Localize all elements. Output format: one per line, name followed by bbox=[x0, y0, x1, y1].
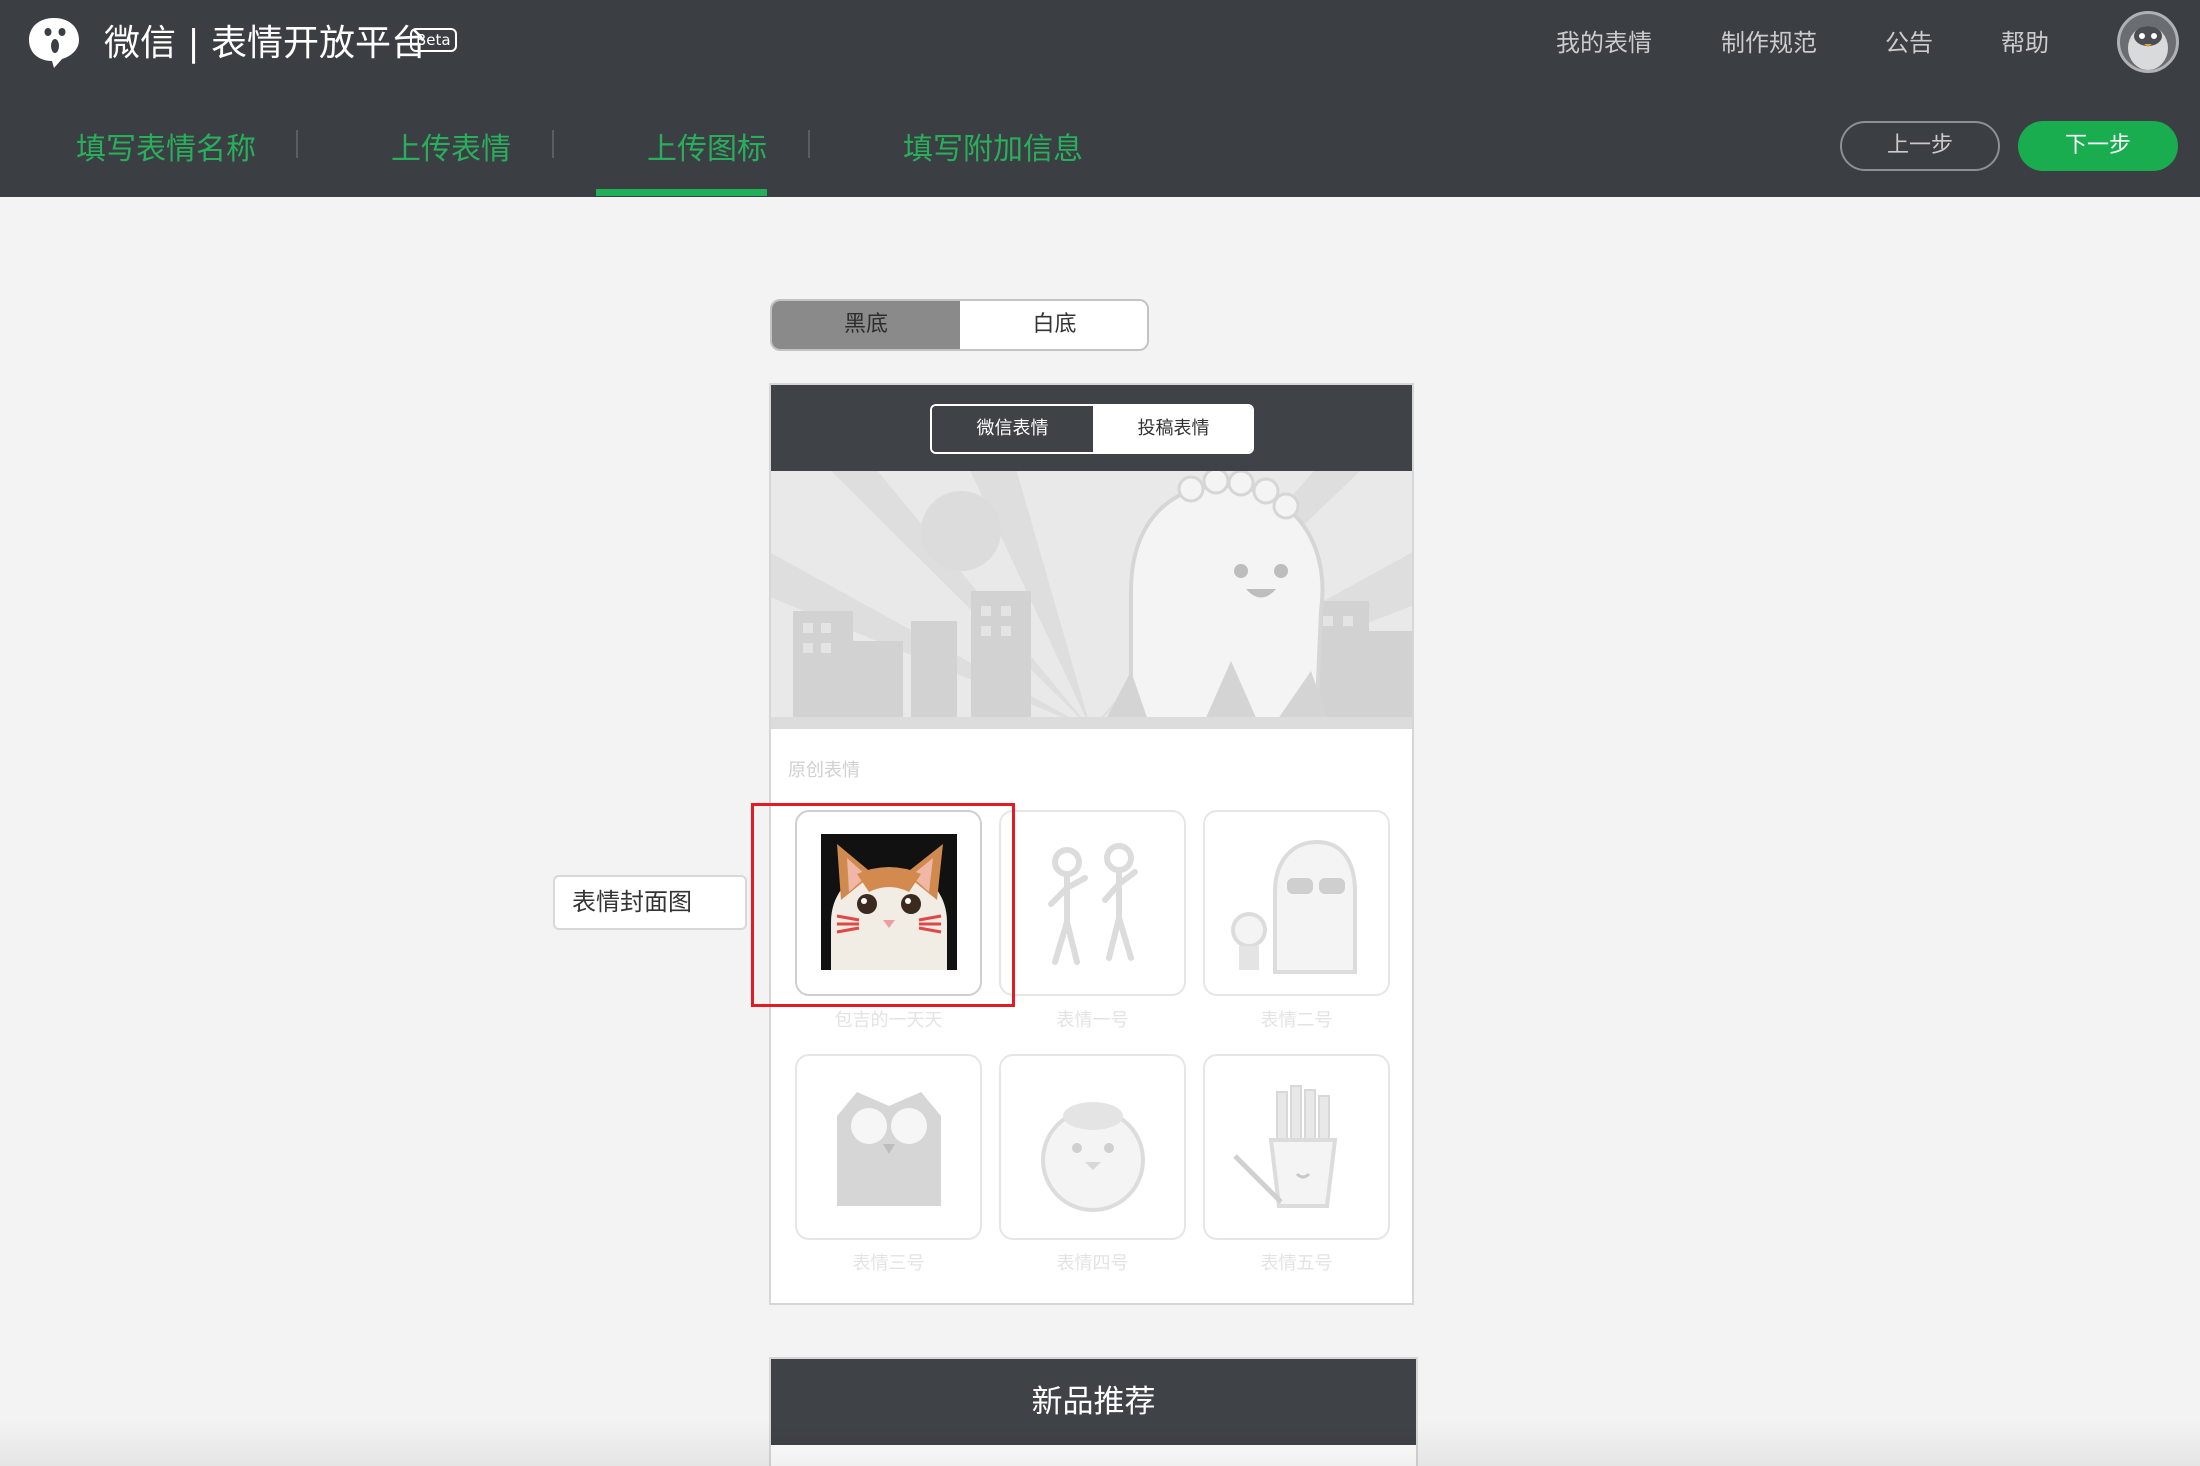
chubby-bird-icon bbox=[1041, 1102, 1145, 1212]
previous-step-button[interactable]: 上一步 bbox=[1840, 121, 2000, 171]
platform-title: 微信 | 表情开放平台 bbox=[104, 23, 428, 64]
sticker-tile-name: 表情四号 bbox=[1056, 1253, 1129, 1274]
beta-badge: Beta bbox=[410, 28, 457, 52]
white-background-option[interactable]: 白底 bbox=[960, 301, 1147, 349]
sticker-tile-name: 包吉的一天天 bbox=[834, 1010, 943, 1031]
new-products-section: 新品推荐 bbox=[769, 1357, 1418, 1466]
section-label-original-stickers: 原创表情 bbox=[788, 760, 860, 781]
tab-submitted-stickers[interactable]: 投稿表情 bbox=[1093, 406, 1252, 452]
preview-banner bbox=[771, 471, 1412, 729]
dinosaur-city-banner-icon bbox=[771, 471, 1412, 729]
sticker-tile-name: 表情五号 bbox=[1260, 1253, 1333, 1274]
step-extra-info[interactable]: 填写附加信息 bbox=[903, 128, 1083, 172]
dancing-figures-icon bbox=[1048, 843, 1138, 965]
nav-guidelines[interactable]: 制作规范 bbox=[1721, 22, 1817, 64]
step-upload-stickers[interactable]: 上传表情 bbox=[391, 128, 511, 172]
sticker-tile-name: 表情一号 bbox=[1056, 1010, 1129, 1031]
sticker-tile[interactable] bbox=[999, 1054, 1186, 1240]
fries-icon bbox=[1233, 1085, 1338, 1208]
step-upload-icon[interactable]: 上传图标 bbox=[647, 128, 767, 172]
active-step-indicator bbox=[596, 189, 767, 196]
step-divider bbox=[552, 130, 554, 158]
step-divider bbox=[296, 130, 298, 158]
nav-announcements[interactable]: 公告 bbox=[1885, 22, 1933, 64]
nav-help[interactable]: 帮助 bbox=[2001, 22, 2049, 64]
preview-header: 微信表情 投稿表情 bbox=[771, 385, 1412, 471]
sticker-tile[interactable] bbox=[1203, 1054, 1390, 1240]
sticker-tile[interactable] bbox=[999, 810, 1186, 996]
wechat-logo-icon[interactable] bbox=[26, 14, 82, 70]
cover-highlight-box bbox=[751, 803, 1015, 1007]
new-products-title: 新品推荐 bbox=[771, 1359, 1416, 1445]
sticker-tile[interactable] bbox=[795, 1054, 982, 1240]
sticker-tile-name: 表情三号 bbox=[852, 1253, 925, 1274]
preview-tabs: 微信表情 投稿表情 bbox=[930, 404, 1254, 454]
cover-image-label: 表情封面图 bbox=[553, 875, 747, 930]
black-background-option[interactable]: 黑底 bbox=[772, 301, 960, 349]
next-step-button[interactable]: 下一步 bbox=[2018, 121, 2178, 171]
penguin-avatar-icon bbox=[2128, 26, 2168, 70]
tab-wechat-stickers[interactable]: 微信表情 bbox=[932, 406, 1093, 452]
top-bar: 微信 | 表情开放平台 Beta 我的表情 制作规范 公告 帮助 填写表情名称 … bbox=[0, 0, 2200, 197]
sticker-tile[interactable] bbox=[1203, 810, 1390, 996]
user-avatar[interactable] bbox=[2117, 11, 2179, 73]
sticker-tile-name: 表情二号 bbox=[1260, 1010, 1333, 1031]
step-divider bbox=[808, 130, 810, 158]
nav-my-stickers[interactable]: 我的表情 bbox=[1556, 22, 1652, 64]
owl-icon bbox=[837, 1092, 941, 1206]
step-fill-name[interactable]: 填写表情名称 bbox=[76, 128, 256, 172]
sunglasses-dino-icon bbox=[1231, 839, 1357, 974]
background-toggle: 黑底 白底 bbox=[770, 299, 1149, 351]
